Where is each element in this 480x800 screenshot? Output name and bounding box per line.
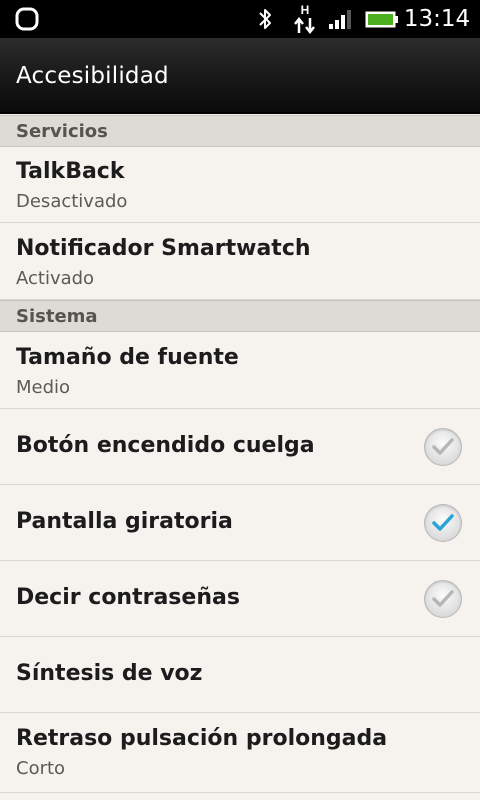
list-item-tamano-fuente[interactable]: Tamaño de fuente Medio bbox=[0, 332, 480, 409]
item-subtitle: Corto bbox=[16, 758, 66, 779]
section-header-sistema: Sistema bbox=[0, 300, 480, 332]
checkbox-pantalla-giratoria[interactable] bbox=[424, 504, 462, 542]
item-title: Botón encendido cuelga bbox=[16, 433, 315, 458]
item-title: TalkBack bbox=[16, 159, 125, 184]
item-subtitle: Medio bbox=[16, 377, 71, 398]
checkmark-icon bbox=[432, 590, 454, 607]
signal-icon bbox=[326, 0, 356, 38]
list-item-pantalla-giratoria[interactable]: Pantalla giratoria bbox=[0, 485, 480, 561]
app-notification-icon bbox=[12, 0, 42, 38]
status-bar: H 13:14 bbox=[0, 0, 480, 38]
item-title: Síntesis de voz bbox=[16, 661, 203, 686]
list-item-notificador-smartwatch[interactable]: Notificador Smartwatch Activado bbox=[0, 223, 480, 300]
page-title: Accesibilidad bbox=[16, 63, 169, 89]
item-title: Pantalla giratoria bbox=[16, 509, 233, 534]
item-subtitle: Activado bbox=[16, 268, 95, 289]
checkbox-decir-contrasenas[interactable] bbox=[424, 580, 462, 618]
list-item-talkback[interactable]: TalkBack Desactivado bbox=[0, 146, 480, 223]
item-title: Decir contraseñas bbox=[16, 585, 240, 610]
battery-icon bbox=[364, 0, 400, 38]
checkmark-icon bbox=[432, 514, 454, 531]
section-header-servicios: Servicios bbox=[0, 115, 480, 147]
app-header: Accesibilidad bbox=[0, 38, 480, 114]
list-item-boton-encendido-cuelga[interactable]: Botón encendido cuelga bbox=[0, 409, 480, 485]
bluetooth-icon bbox=[252, 0, 278, 38]
data-transfer-icon: H bbox=[290, 0, 320, 38]
item-title: Tamaño de fuente bbox=[16, 345, 239, 370]
list-item-sintesis-voz[interactable]: Síntesis de voz bbox=[0, 637, 480, 713]
list-item-decir-contrasenas[interactable]: Decir contraseñas bbox=[0, 561, 480, 637]
checkbox-boton-encendido[interactable] bbox=[424, 428, 462, 466]
item-subtitle: Desactivado bbox=[16, 191, 128, 212]
status-time: 13:14 bbox=[403, 6, 471, 32]
checkmark-icon bbox=[432, 438, 454, 455]
list-item-retraso-pulsacion[interactable]: Retraso pulsación prolongada Corto bbox=[0, 713, 480, 793]
item-title: Retraso pulsación prolongada bbox=[16, 726, 388, 751]
data-type-label: H bbox=[301, 3, 310, 17]
item-title: Notificador Smartwatch bbox=[16, 236, 311, 261]
